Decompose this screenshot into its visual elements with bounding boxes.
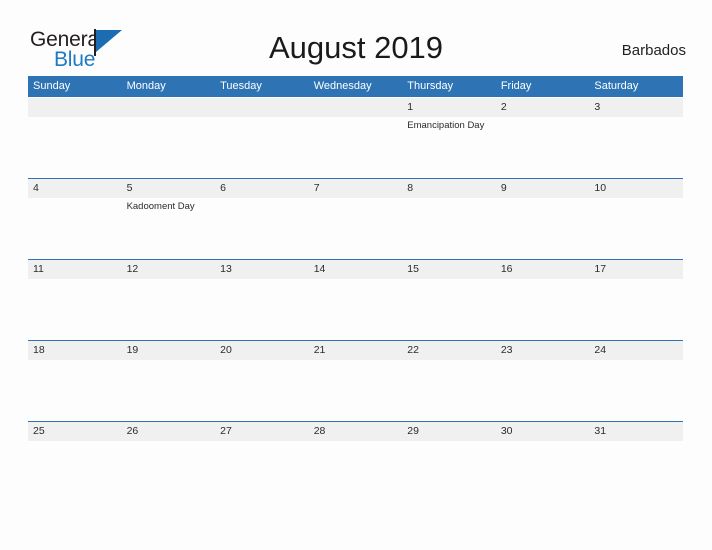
weekday-header-thursday: Thursday bbox=[407, 80, 454, 92]
day-cell-23[interactable]: 23 bbox=[496, 341, 590, 421]
weekday-header-sunday: Sunday bbox=[33, 80, 71, 92]
calendar-week-row: 11 12 13 14 15 16 17 bbox=[28, 259, 683, 340]
day-cell-19[interactable]: 19 bbox=[122, 341, 216, 421]
weekday-header-row: Sunday Monday Tuesday Wednesday Thursday… bbox=[28, 76, 683, 97]
day-cell-18[interactable]: 18 bbox=[28, 341, 122, 421]
weekday-header-wednesday: Wednesday bbox=[313, 80, 372, 92]
day-number: 9 bbox=[500, 182, 507, 194]
day-number: 7 bbox=[313, 182, 320, 194]
day-cell-empty bbox=[122, 98, 216, 178]
day-cell-4[interactable]: 4 bbox=[28, 179, 122, 259]
day-number: 30 bbox=[500, 425, 513, 437]
weekday-header-saturday: Saturday bbox=[594, 80, 639, 92]
day-cell-10[interactable]: 10 bbox=[589, 179, 683, 259]
day-number: 29 bbox=[407, 425, 419, 437]
day-cell-26[interactable]: 26 bbox=[122, 422, 216, 502]
week-day-cells: 1 Emancipation Day 2 3 bbox=[28, 98, 683, 178]
day-number: 2 bbox=[500, 101, 507, 113]
day-number: 10 bbox=[594, 182, 607, 194]
day-cell-20[interactable]: 20 bbox=[215, 341, 309, 421]
weekday-header-monday: Monday bbox=[126, 80, 166, 92]
day-cell-1[interactable]: 1 Emancipation Day bbox=[402, 98, 496, 178]
day-number: 21 bbox=[313, 344, 326, 356]
day-number: 5 bbox=[126, 182, 133, 194]
day-number: 23 bbox=[500, 344, 513, 356]
day-number: 18 bbox=[33, 344, 45, 356]
page-header: General Blue August 2019 Barbados bbox=[0, 0, 712, 76]
day-number: 12 bbox=[126, 263, 139, 275]
day-cell-15[interactable]: 15 bbox=[402, 260, 496, 340]
day-cell-27[interactable]: 27 bbox=[215, 422, 309, 502]
day-number: 17 bbox=[594, 263, 607, 275]
week-day-cells: 4 5 Kadooment Day 6 7 8 9 10 bbox=[28, 179, 683, 259]
day-cell-11[interactable]: 11 bbox=[28, 260, 122, 340]
day-number: 15 bbox=[407, 263, 419, 275]
day-number: 25 bbox=[33, 425, 45, 437]
day-cell-25[interactable]: 25 bbox=[28, 422, 122, 502]
day-number: 27 bbox=[220, 425, 232, 437]
day-cell-29[interactable]: 29 bbox=[402, 422, 496, 502]
day-cell-30[interactable]: 30 bbox=[496, 422, 590, 502]
holiday-label: Emancipation Day bbox=[407, 120, 485, 131]
day-cell-empty bbox=[309, 98, 403, 178]
day-cell-8[interactable]: 8 bbox=[402, 179, 496, 259]
day-cell-empty bbox=[28, 98, 122, 178]
calendar-week-row: 25 26 27 28 29 30 31 bbox=[28, 421, 683, 502]
day-cell-31[interactable]: 31 bbox=[589, 422, 683, 502]
day-cell-3[interactable]: 3 bbox=[589, 98, 683, 178]
day-cell-5[interactable]: 5 Kadooment Day bbox=[122, 179, 216, 259]
day-number: 1 bbox=[407, 101, 414, 113]
day-cell-24[interactable]: 24 bbox=[589, 341, 683, 421]
day-cell-14[interactable]: 14 bbox=[309, 260, 403, 340]
day-number: 22 bbox=[407, 344, 419, 356]
holiday-label: Kadooment Day bbox=[126, 201, 195, 212]
calendar-week-row: 18 19 20 21 22 23 24 bbox=[28, 340, 683, 421]
day-cell-17[interactable]: 17 bbox=[589, 260, 683, 340]
calendar-week-row: 4 5 Kadooment Day 6 7 8 9 10 bbox=[28, 178, 683, 259]
week-day-cells: 11 12 13 14 15 16 17 bbox=[28, 260, 683, 340]
day-cell-2[interactable]: 2 bbox=[496, 98, 590, 178]
day-number: 4 bbox=[33, 182, 39, 194]
day-cell-empty bbox=[215, 98, 309, 178]
day-cell-16[interactable]: 16 bbox=[496, 260, 590, 340]
day-cell-21[interactable]: 21 bbox=[309, 341, 403, 421]
day-number: 24 bbox=[594, 344, 607, 356]
weekday-header-friday: Friday bbox=[500, 80, 532, 92]
day-number: 31 bbox=[594, 425, 607, 437]
weekday-header-tuesday: Tuesday bbox=[220, 80, 262, 92]
calendar-week-row: 1 Emancipation Day 2 3 bbox=[28, 97, 683, 178]
day-number: 11 bbox=[33, 263, 44, 275]
calendar-weeks: 1 Emancipation Day 2 3 4 5 Kadooment Day 6 7 8 9 10… bbox=[28, 97, 683, 502]
day-number: 28 bbox=[313, 425, 326, 437]
day-number: 6 bbox=[220, 182, 226, 194]
day-cell-12[interactable]: 12 bbox=[122, 260, 216, 340]
day-cell-7[interactable]: 7 bbox=[309, 179, 403, 259]
region-label: Barbados bbox=[621, 42, 686, 59]
day-number: 19 bbox=[126, 344, 139, 356]
day-cell-9[interactable]: 9 bbox=[496, 179, 590, 259]
day-number: 3 bbox=[594, 101, 601, 113]
day-cell-28[interactable]: 28 bbox=[309, 422, 403, 502]
day-cell-13[interactable]: 13 bbox=[215, 260, 309, 340]
day-number: 8 bbox=[407, 182, 414, 194]
day-number: 14 bbox=[313, 263, 326, 275]
day-cell-6[interactable]: 6 bbox=[215, 179, 309, 259]
calendar-grid: Sunday Monday Tuesday Wednesday Thursday… bbox=[28, 76, 683, 502]
day-number: 26 bbox=[126, 425, 139, 437]
week-day-cells: 18 19 20 21 22 23 24 bbox=[28, 341, 683, 421]
day-cell-22[interactable]: 22 bbox=[402, 341, 496, 421]
day-number: 13 bbox=[220, 263, 232, 275]
day-number: 16 bbox=[500, 263, 513, 275]
week-day-cells: 25 26 27 28 29 30 31 bbox=[28, 422, 683, 502]
page-title: August 2019 bbox=[268, 30, 444, 65]
day-number: 20 bbox=[220, 344, 232, 356]
